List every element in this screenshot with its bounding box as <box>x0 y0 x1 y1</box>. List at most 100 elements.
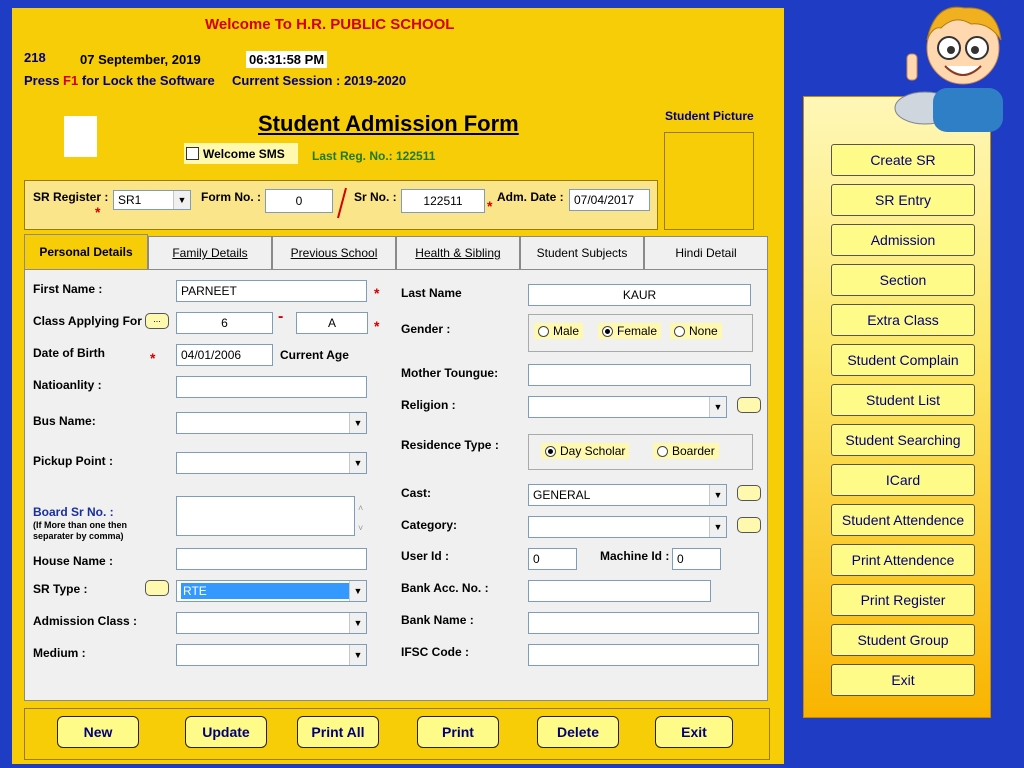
last-name-input[interactable]: KAUR <box>528 284 751 306</box>
ifsc-label: IFSC Code : <box>401 645 469 659</box>
tab-family-details[interactable]: Family Details <box>148 236 272 269</box>
house-name-input[interactable] <box>176 548 367 570</box>
cast-select[interactable]: GENERAL ▼ <box>528 484 727 506</box>
sidebar-section-button[interactable]: Section <box>831 264 975 296</box>
residence-day-scholar-option[interactable]: Day Scholar <box>541 443 630 459</box>
medium-select[interactable]: ▼ <box>176 644 367 666</box>
chevron-down-icon[interactable]: ▼ <box>709 485 726 505</box>
bank-name-input[interactable] <box>528 612 759 634</box>
tab-health-sibling[interactable]: Health & Sibling <box>396 236 520 269</box>
medium-label: Medium : <box>33 646 86 660</box>
form-no-label: Form No. : <box>201 190 261 204</box>
radio-icon[interactable] <box>674 325 685 337</box>
category-select[interactable]: ▼ <box>528 516 727 538</box>
bank-name-label: Bank Name : <box>401 613 474 627</box>
sidebar-print-register-button[interactable]: Print Register <box>831 584 975 616</box>
residence-boarder-option[interactable]: Boarder <box>653 443 719 459</box>
current-date: 07 September, 2019 <box>80 52 201 67</box>
cast-value: GENERAL <box>533 488 591 502</box>
class-input[interactable]: 6 <box>176 312 273 334</box>
residence-boarder-label: Boarder <box>672 444 715 458</box>
machine-id-input[interactable]: 0 <box>672 548 721 570</box>
chevron-down-icon[interactable]: ▼ <box>173 191 190 209</box>
sidebar-sr-entry-button[interactable]: SR Entry <box>831 184 975 216</box>
mother-tongue-input[interactable] <box>528 364 751 386</box>
sidebar-student-complain-button[interactable]: Student Complain <box>831 344 975 376</box>
pickup-point-select[interactable]: ▼ <box>176 452 367 474</box>
chevron-down-icon[interactable]: ▼ <box>349 453 366 473</box>
new-button[interactable]: New <box>57 716 139 748</box>
update-button[interactable]: Update <box>185 716 267 748</box>
sidebar-student-group-button[interactable]: Student Group <box>831 624 975 656</box>
sidebar-student-list-button[interactable]: Student List <box>831 384 975 416</box>
current-session: Current Session : 2019-2020 <box>232 73 407 88</box>
bus-name-select[interactable]: ▼ <box>176 412 367 434</box>
tab-personal-details[interactable]: Personal Details <box>24 234 148 269</box>
dob-label: Date of Birth <box>33 346 105 360</box>
religion-browse-button[interactable] <box>737 397 761 413</box>
user-id-input[interactable]: 0 <box>528 548 577 570</box>
print-all-button[interactable]: Print All <box>297 716 379 748</box>
category-browse-button[interactable] <box>737 517 761 533</box>
gender-female-option[interactable]: Female <box>598 323 662 339</box>
bank-acc-input[interactable] <box>528 580 711 602</box>
lock-hint-press: Press <box>24 73 60 88</box>
adm-date-input[interactable]: 07/04/2017 <box>569 189 650 211</box>
gender-male-option[interactable]: Male <box>534 323 584 339</box>
required-star: * <box>95 204 101 220</box>
chevron-down-icon[interactable]: ▼ <box>709 517 726 537</box>
tab-student-subjects[interactable]: Student Subjects <box>520 236 644 269</box>
welcome-sms-checkbox[interactable]: Welcome SMS <box>184 143 298 164</box>
chevron-down-icon[interactable]: ▼ <box>349 581 366 601</box>
ifsc-input[interactable] <box>528 644 759 666</box>
sr-register-select[interactable]: SR1 ▼ <box>113 190 191 210</box>
last-reg-no: Last Reg. No.: 122511 <box>312 149 436 163</box>
cast-browse-button[interactable] <box>737 485 761 501</box>
nationality-label: Natioanlity : <box>33 378 102 392</box>
sr-type-select[interactable]: RTE ▼ <box>176 580 367 602</box>
delete-button[interactable]: Delete <box>537 716 619 748</box>
class-browse-button[interactable]: ... <box>145 313 169 329</box>
chevron-down-icon[interactable]: ▼ <box>709 397 726 417</box>
pickup-point-label: Pickup Point : <box>33 454 114 468</box>
first-name-input[interactable]: PARNEET <box>176 280 367 302</box>
radio-selected-icon[interactable] <box>545 445 556 457</box>
nationality-input[interactable] <box>176 376 367 398</box>
board-sr-textarea[interactable] <box>176 496 355 536</box>
radio-icon[interactable] <box>657 445 668 457</box>
sidebar-exit-button[interactable]: Exit <box>831 664 975 696</box>
chevron-down-icon[interactable]: ▼ <box>349 613 366 633</box>
tab-previous-school[interactable]: Previous School <box>272 236 396 269</box>
bank-acc-label: Bank Acc. No. : <box>401 581 489 595</box>
checkbox-icon[interactable] <box>186 147 199 160</box>
sidebar-student-searching-button[interactable]: Student Searching <box>831 424 975 456</box>
radio-selected-icon[interactable] <box>602 325 613 337</box>
sr-register-label: SR Register : <box>33 190 109 204</box>
admission-class-select[interactable]: ▼ <box>176 612 367 634</box>
first-name-label: First Name : <box>33 282 103 296</box>
student-picture-box[interactable] <box>664 132 754 230</box>
dob-input[interactable]: 04/01/2006 <box>176 344 273 366</box>
chevron-down-icon[interactable]: ▼ <box>349 413 366 433</box>
section-input[interactable]: A <box>296 312 368 334</box>
textarea-scrollbar[interactable]: ˄ ˅ <box>358 498 363 538</box>
sidebar-icard-button[interactable]: ICard <box>831 464 975 496</box>
sidebar-student-attendence-button[interactable]: Student Attendence <box>831 504 975 536</box>
radio-icon[interactable] <box>538 325 549 337</box>
sidebar-print-attendence-button[interactable]: Print Attendence <box>831 544 975 576</box>
category-label: Category: <box>401 518 458 532</box>
sr-no-input[interactable]: 122511 <box>401 189 485 213</box>
sidebar-create-sr-button[interactable]: Create SR <box>831 144 975 176</box>
exit-form-button[interactable]: Exit <box>655 716 733 748</box>
sidebar-extra-class-button[interactable]: Extra Class <box>831 304 975 336</box>
sr-type-browse-button[interactable] <box>145 580 169 596</box>
sr-register-value: SR1 <box>118 193 142 207</box>
chevron-down-icon[interactable]: ▼ <box>349 645 366 665</box>
class-label: Class Applying For <box>33 314 142 328</box>
religion-select[interactable]: ▼ <box>528 396 727 418</box>
print-button[interactable]: Print <box>417 716 499 748</box>
gender-none-option[interactable]: None <box>670 323 722 339</box>
form-no-input[interactable]: 0 <box>265 189 333 213</box>
sidebar-admission-button[interactable]: Admission <box>831 224 975 256</box>
tab-hindi-detail[interactable]: Hindi Detail <box>644 236 768 269</box>
